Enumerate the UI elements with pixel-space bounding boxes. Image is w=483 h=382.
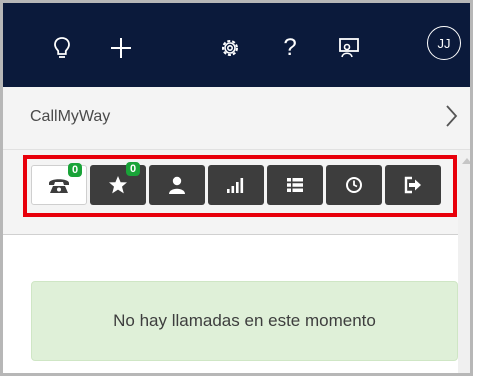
no-calls-notice: No hay llamadas en este momento xyxy=(31,281,458,361)
page-title: CallMyWay xyxy=(30,108,111,125)
gear-icon[interactable] xyxy=(215,33,245,63)
star-icon xyxy=(109,176,127,194)
phone-icon xyxy=(49,179,69,193)
callmyway-panel: 0 0 No hay llamadas en este momento xyxy=(3,150,470,373)
app-frame: ? JJ CallMyWay 0 0 No hay llamadas en es… xyxy=(0,0,473,376)
help-label: ? xyxy=(283,34,297,61)
tab-logout[interactable] xyxy=(385,165,441,205)
chat-assist-icon[interactable] xyxy=(335,33,365,63)
tab-calls[interactable]: 0 xyxy=(31,163,87,205)
lightbulb-icon[interactable] xyxy=(47,33,77,63)
toolbar-area: 0 0 xyxy=(3,150,458,235)
tab-contacts[interactable] xyxy=(149,165,205,205)
signal-bars-icon xyxy=(227,178,244,193)
help-icon[interactable]: ? xyxy=(275,33,305,63)
tab-favorites[interactable]: 0 xyxy=(90,162,146,205)
list-icon xyxy=(287,178,303,192)
scroll-up-icon[interactable] xyxy=(462,158,470,164)
tab-stats[interactable] xyxy=(208,165,264,205)
breadcrumb: CallMyWay xyxy=(3,87,470,150)
calls-badge: 0 xyxy=(68,163,82,177)
top-navigation-bar: ? JJ xyxy=(3,3,470,87)
plus-icon[interactable] xyxy=(106,33,136,63)
tab-history[interactable] xyxy=(326,165,382,205)
favorites-badge: 0 xyxy=(126,162,140,176)
tab-list[interactable] xyxy=(267,165,323,205)
toolbar-tabs: 0 0 xyxy=(31,162,441,205)
vertical-scrollbar[interactable] xyxy=(458,150,470,373)
user-icon xyxy=(169,176,185,194)
user-avatar[interactable]: JJ xyxy=(427,26,461,60)
logout-icon xyxy=(404,176,421,194)
clock-icon xyxy=(346,177,362,193)
chevron-right-icon[interactable] xyxy=(444,103,470,133)
